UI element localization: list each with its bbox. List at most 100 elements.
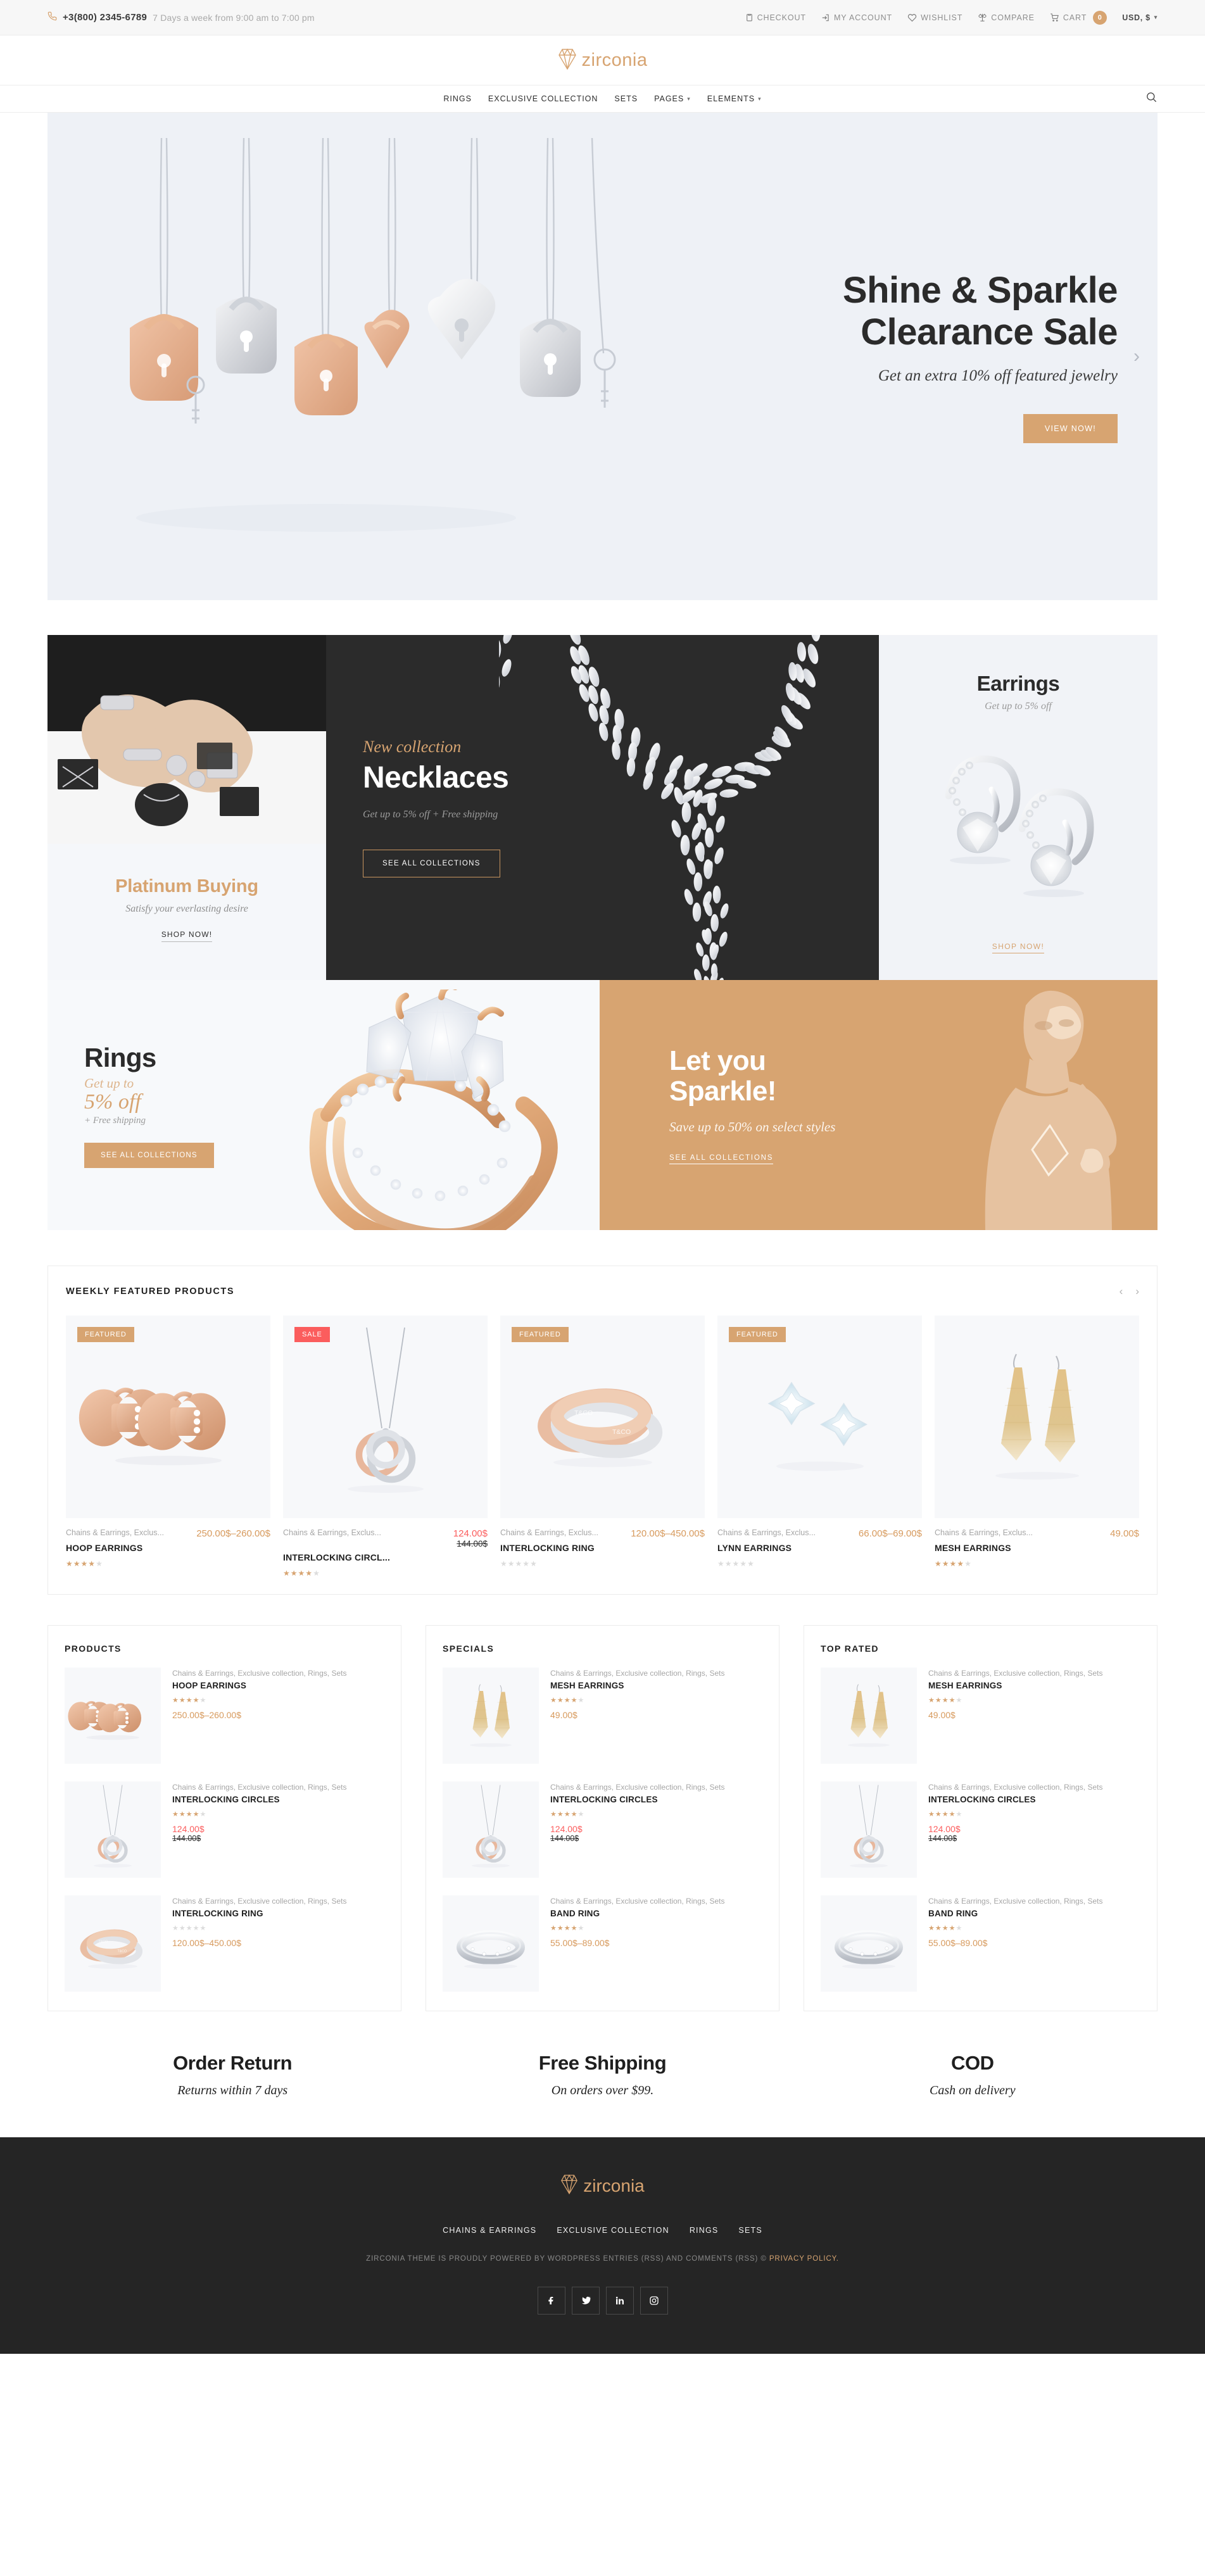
featured-product-card[interactable]: Chains & Earrings, Exclus... 49.00$ MESH… — [935, 1316, 1139, 1578]
product-name[interactable]: INTERLOCKING CIRCLES — [172, 1795, 346, 1804]
list-item-body: Chains & Earrings, Exclusive collection,… — [172, 1668, 346, 1764]
necklaces-eyebrow: New collection — [363, 738, 462, 756]
main-navigation: RINGS EXCLUSIVE COLLECTION SETS PAGES ▾ E… — [0, 85, 1205, 113]
product-name[interactable]: MESH EARRINGS — [550, 1681, 724, 1690]
list-item[interactable]: Chains & Earrings, Exclusive collection,… — [65, 1781, 384, 1878]
facebook-icon[interactable] — [537, 2287, 565, 2315]
product-thumbnail[interactable] — [443, 1895, 539, 1992]
featured-product-card[interactable]: FEATURED T&CO T&CO Chains & Earrings, Exc… — [500, 1316, 705, 1578]
product-image[interactable]: SALE — [283, 1316, 488, 1518]
rings-see-all-collections-button[interactable]: SEE ALL COLLECTIONS — [84, 1142, 214, 1168]
list-item[interactable]: Chains & Earrings, Exclusive collection,… — [65, 1668, 384, 1764]
product-name[interactable]: INTERLOCKING RING — [172, 1909, 346, 1918]
privacy-policy-link[interactable]: PRIVACY POLICY. — [769, 2255, 839, 2263]
list-item[interactable]: Chains & Earrings, Exclusive collection,… — [821, 1895, 1140, 1992]
footer-link-exclusive-collection[interactable]: EXCLUSIVE COLLECTION — [557, 2226, 669, 2235]
product-name[interactable]: HOOP EARRINGS — [66, 1543, 270, 1553]
footer-logo[interactable]: zirconia — [0, 2174, 1205, 2197]
nav-item-pages[interactable]: PAGES ▾ — [654, 94, 691, 103]
compare-link[interactable]: COMPARE — [978, 13, 1035, 22]
product-thumbnail[interactable] — [65, 1781, 161, 1878]
footer-link-rings[interactable]: RINGS — [690, 2226, 719, 2235]
promo-earrings[interactable]: Earrings Get up to 5% off SHOP NOW! — [879, 635, 1158, 980]
product-image[interactable] — [935, 1316, 1139, 1518]
product-price-block: 124.00$ 144.00$ — [172, 1824, 346, 1843]
list-item[interactable]: Chains & Earrings, Exclusive collection,… — [443, 1895, 762, 1992]
hero-view-now-button[interactable]: VIEW NOW! — [1023, 414, 1118, 444]
search-icon[interactable] — [1145, 91, 1158, 106]
nav-item-sets[interactable]: SETS — [614, 94, 638, 103]
nav-item-elements[interactable]: ELEMENTS ▾ — [707, 94, 762, 103]
product-name[interactable]: BAND RING — [550, 1909, 724, 1918]
nav-item-exclusive-collection[interactable]: EXCLUSIVE COLLECTION — [488, 94, 598, 103]
product-image[interactable]: FEATURED T&CO T&CO — [500, 1316, 705, 1518]
promo-platinum-buying[interactable]: Platinum Buying Satisfy your everlasting… — [47, 635, 326, 980]
product-thumbnail[interactable] — [821, 1668, 917, 1764]
product-name[interactable]: MESH EARRINGS — [928, 1681, 1102, 1690]
necklaces-see-all-collections-button[interactable]: SEE ALL COLLECTIONS — [363, 850, 500, 877]
weekly-featured-section: WEEKLY FEATURED PRODUCTS ‹ › FEATURED Ch… — [47, 1266, 1158, 1595]
footer-link-sets[interactable]: SETS — [738, 2226, 762, 2235]
featured-product-card[interactable]: SALE Chains & Earrings, Exclus... 124.00… — [283, 1316, 488, 1578]
site-logo[interactable]: zirconia — [558, 48, 648, 73]
earrings-shop-now-link[interactable]: SHOP NOW! — [992, 942, 1045, 953]
carousel-prev-button[interactable]: ‹ — [1120, 1285, 1123, 1298]
product-thumbnail[interactable] — [821, 1781, 917, 1878]
star-filled: ★ — [949, 1811, 956, 1818]
list-item[interactable]: Chains & Earrings, Exclusive collection,… — [443, 1668, 762, 1764]
my-account-link[interactable]: MY ACCOUNT — [821, 13, 892, 22]
promo-necklaces[interactable]: New collection Necklaces Get up to 5% of… — [326, 635, 879, 980]
footer-link-chains-earrings[interactable]: CHAINS & EARRINGS — [443, 2226, 536, 2235]
product-image[interactable]: FEATURED — [717, 1316, 922, 1518]
star-filled: ★ — [935, 1559, 942, 1568]
featured-product-card[interactable]: FEATURED Chains & Earrings, Exclus... 25… — [66, 1316, 270, 1578]
star-empty: ★ — [96, 1559, 103, 1568]
nav-item-rings[interactable]: RINGS — [443, 94, 472, 103]
list-item[interactable]: Chains & Earrings, Exclusive collection,… — [821, 1668, 1140, 1764]
star-empty: ★ — [186, 1925, 193, 1932]
product-artwork — [717, 1316, 922, 1518]
old-price: 144.00$ — [550, 1834, 579, 1843]
product-thumbnail[interactable]: T&CO T&CO — [65, 1895, 161, 1992]
linkedin-icon[interactable] — [605, 2287, 634, 2315]
currency-selector[interactable]: USD, $ ▾ — [1122, 13, 1158, 22]
promo-sparkle[interactable]: Let you Sparkle! Save up to 50% on selec… — [600, 980, 1158, 1230]
product-name[interactable]: INTERLOCKING CIRCLES — [550, 1795, 724, 1804]
product-rating: ★★★★★ — [550, 1924, 724, 1932]
product-name[interactable]: LYNN EARRINGS — [717, 1543, 922, 1553]
twitter-icon[interactable] — [571, 2287, 600, 2315]
list-item[interactable]: Chains & Earrings, Exclusive collection,… — [821, 1781, 1140, 1878]
list-item-body: Chains & Earrings, Exclusive collection,… — [550, 1668, 724, 1764]
sparkle-see-all-collections-link[interactable]: SEE ALL COLLECTIONS — [669, 1154, 774, 1165]
product-thumbnail[interactable] — [65, 1668, 161, 1764]
checkout-link[interactable]: CHECKOUT — [745, 13, 806, 22]
product-image[interactable]: FEATURED — [66, 1316, 270, 1518]
product-name[interactable]: MESH EARRINGS — [935, 1543, 1139, 1553]
promo-rings[interactable]: Rings Get up to 5% off + Free shipping S… — [47, 980, 600, 1230]
featured-product-card[interactable]: FEATURED Chains & Earrings, Exclus... 66… — [717, 1316, 922, 1578]
product-name[interactable]: INTERLOCKING RING — [500, 1543, 705, 1553]
star-filled: ★ — [564, 1811, 571, 1818]
star-filled: ★ — [179, 1697, 186, 1704]
carousel-next-button[interactable]: › — [1135, 1285, 1139, 1298]
wishlist-link[interactable]: WISHLIST — [907, 13, 962, 22]
star-empty: ★ — [199, 1811, 207, 1818]
product-thumbnail[interactable] — [821, 1895, 917, 1992]
hero-next-arrow[interactable]: › — [1133, 346, 1140, 367]
compare-label: COMPARE — [991, 13, 1035, 22]
product-name[interactable]: HOOP EARRINGS — [172, 1681, 346, 1690]
sale-price: 124.00$ — [453, 1528, 488, 1539]
product-name[interactable]: BAND RING — [928, 1909, 1102, 1918]
list-item[interactable]: Chains & Earrings, Exclusive collection,… — [443, 1781, 762, 1878]
cart-link[interactable]: CART 0 — [1050, 10, 1107, 25]
phone-icon — [47, 11, 57, 24]
product-name[interactable]: INTERLOCKING CIRCLES — [928, 1795, 1102, 1804]
checkout-label: CHECKOUT — [757, 13, 806, 22]
product-name[interactable]: INTERLOCKING CIRCL... — [283, 1552, 488, 1562]
platinum-shop-now-link[interactable]: SHOP NOW! — [161, 930, 213, 942]
instagram-icon[interactable] — [640, 2287, 668, 2315]
list-item[interactable]: T&CO T&CO Chains & Earrings, Exclusive co… — [65, 1895, 384, 1992]
product-thumbnail[interactable] — [443, 1668, 539, 1764]
featured-product-grid: FEATURED Chains & Earrings, Exclus... 25… — [66, 1316, 1139, 1578]
product-thumbnail[interactable] — [443, 1781, 539, 1878]
